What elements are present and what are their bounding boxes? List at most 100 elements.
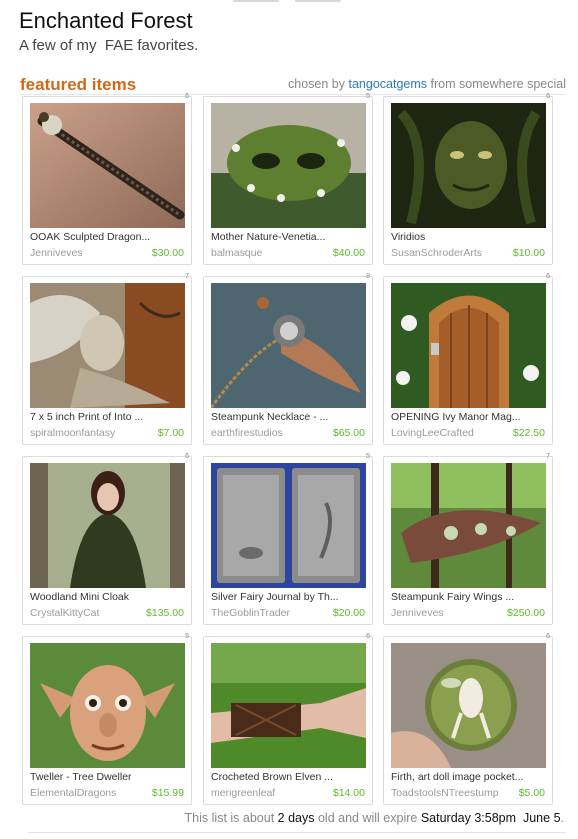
item-seller-link[interactable]: SusanSchroderArts bbox=[391, 247, 506, 259]
item-seller-link[interactable]: earthfirestudios bbox=[211, 427, 326, 439]
elf-sculpture-image bbox=[30, 643, 185, 768]
item-thumbnail[interactable] bbox=[30, 103, 185, 228]
item-rank: 5 bbox=[366, 93, 370, 100]
item-seller-link[interactable]: spiralmoonfantasy bbox=[30, 427, 145, 439]
item-thumbnail[interactable] bbox=[30, 283, 185, 408]
item-rank: 5 bbox=[366, 453, 370, 460]
top-tabs bbox=[233, 0, 343, 3]
item-card[interactable]: 7 7 x 5 inch Print of Into ... spiralmoo… bbox=[22, 273, 192, 445]
item-rank: 6 bbox=[185, 453, 189, 460]
expiry-middle: old and will expire bbox=[317, 811, 418, 825]
top-tab-2[interactable] bbox=[295, 0, 341, 2]
item-title-link[interactable]: Viridios bbox=[391, 231, 549, 243]
item-rank: 6 bbox=[185, 93, 189, 100]
item-thumbnail[interactable] bbox=[211, 643, 366, 768]
item-thumbnail[interactable] bbox=[211, 283, 366, 408]
item-thumbnail[interactable] bbox=[30, 643, 185, 768]
footer-divider bbox=[28, 832, 566, 833]
item-title-link[interactable]: OOAK Sculpted Dragon... bbox=[30, 231, 188, 243]
top-tab-1[interactable] bbox=[233, 0, 279, 2]
item-rank: 7 bbox=[546, 453, 550, 460]
item-price: $14.00 bbox=[332, 787, 365, 799]
item-card[interactable]: 6 OOAK Sculpted Dragon... Jenniveves $30… bbox=[22, 93, 192, 265]
item-thumbnail[interactable] bbox=[391, 103, 546, 228]
green-man-face-image bbox=[391, 103, 546, 228]
item-card[interactable]: 8 Steampunk Necklace - ... earthfirestud… bbox=[203, 273, 373, 445]
steampunk-wing-necklace-image bbox=[211, 283, 366, 408]
woman-in-cloak-image bbox=[30, 463, 185, 588]
item-price: $250.00 bbox=[507, 607, 545, 619]
item-card[interactable]: 7 Steampunk Fairy Wings ... Jenniveves $… bbox=[383, 453, 553, 625]
item-seller-link[interactable]: Jenniveves bbox=[30, 247, 145, 259]
item-price: $135.00 bbox=[146, 607, 184, 619]
item-price: $5.00 bbox=[518, 787, 545, 799]
fairy-door-image bbox=[391, 283, 546, 408]
item-thumbnail[interactable] bbox=[211, 463, 366, 588]
item-title-link[interactable]: Steampunk Necklace - ... bbox=[211, 411, 369, 423]
item-title-link[interactable]: Woodland Mini Cloak bbox=[30, 591, 188, 603]
item-seller-link[interactable]: merigreenleaf bbox=[211, 787, 326, 799]
item-thumbnail[interactable] bbox=[391, 463, 546, 588]
item-price: $65.00 bbox=[332, 427, 365, 439]
item-card[interactable]: 6 Firth, art doll image pocket... Toadst… bbox=[383, 633, 553, 805]
item-card[interactable]: 5 Tweller - Tree Dweller ElementalDragon… bbox=[22, 633, 192, 805]
item-title-link[interactable]: Firth, art doll image pocket... bbox=[391, 771, 549, 783]
expiry-date: June 5 bbox=[522, 811, 561, 825]
from-label: from bbox=[430, 77, 456, 91]
curator-link[interactable]: tangocatgems bbox=[349, 77, 428, 91]
curator-location: somewhere special bbox=[459, 77, 566, 91]
item-card[interactable]: 6 Viridios SusanSchroderArts $10.00 bbox=[383, 93, 553, 265]
item-title-link[interactable]: Silver Fairy Journal by Th... bbox=[211, 591, 369, 603]
crocheted-armband-image bbox=[211, 643, 366, 768]
item-seller-link[interactable]: CrystalKittyCat bbox=[30, 607, 145, 619]
item-rank: 7 bbox=[185, 273, 189, 280]
featured-items-heading: featured items bbox=[20, 75, 137, 94]
item-thumbnail[interactable] bbox=[30, 463, 185, 588]
item-title-link[interactable]: 7 x 5 inch Print of Into ... bbox=[30, 411, 188, 423]
item-thumbnail[interactable] bbox=[391, 643, 546, 768]
item-seller-link[interactable]: Jenniveves bbox=[391, 607, 506, 619]
item-title-link[interactable]: Steampunk Fairy Wings ... bbox=[391, 591, 549, 603]
item-title-link[interactable]: OPENING Ivy Manor Mag... bbox=[391, 411, 549, 423]
list-age: 2 days bbox=[277, 811, 315, 825]
item-title-link[interactable]: Crocheted Brown Elven ... bbox=[211, 771, 369, 783]
item-seller-link[interactable]: TheGoblinTrader bbox=[211, 607, 326, 619]
treasury-subtitle: A few of my FAE favorites. bbox=[19, 37, 199, 54]
item-title-link[interactable]: Tweller - Tree Dweller bbox=[30, 771, 188, 783]
chosen-by-line: chosen by tangocatgems from somewhere sp… bbox=[288, 77, 566, 91]
item-seller-link[interactable]: ElementalDragons bbox=[30, 787, 145, 799]
item-seller-link[interactable]: balmasque bbox=[211, 247, 326, 259]
item-rank: 6 bbox=[366, 633, 370, 640]
silver-fairy-journal-image bbox=[211, 463, 366, 588]
item-price: $30.00 bbox=[151, 247, 184, 259]
item-seller-link[interactable]: LovingLeeCrafted bbox=[391, 427, 506, 439]
glass-marble-fairy-image bbox=[391, 643, 546, 768]
item-card[interactable]: 6 Crocheted Brown Elven ... merigreenlea… bbox=[203, 633, 373, 805]
item-thumbnail[interactable] bbox=[211, 103, 366, 228]
item-card[interactable]: 5 Silver Fairy Journal by Th... TheGobli… bbox=[203, 453, 373, 625]
item-title-link[interactable]: Mother Nature-Venetia... bbox=[211, 231, 369, 243]
expiry-time: Saturday 3:58pm bbox=[420, 811, 517, 825]
item-price: $20.00 bbox=[332, 607, 365, 619]
steampunk-fairy-wings-image bbox=[391, 463, 546, 588]
expiry-prefix: This list is about bbox=[184, 811, 275, 825]
item-rank: 6 bbox=[546, 273, 550, 280]
item-card[interactable]: 6 OPENING Ivy Manor Mag... LovingLeeCraf… bbox=[383, 273, 553, 445]
item-card[interactable]: 6 Woodland Mini Cloak CrystalKittyCat $1… bbox=[22, 453, 192, 625]
item-price: $40.00 bbox=[332, 247, 365, 259]
item-card[interactable]: 5 Mother Nature-Venetia... balmasque $40… bbox=[203, 93, 373, 265]
green-leaf-mask-image bbox=[211, 103, 366, 228]
item-rank: 8 bbox=[366, 273, 370, 280]
expiry-suffix: . bbox=[560, 811, 564, 825]
chosen-by-label: chosen by bbox=[288, 77, 346, 91]
item-rank: 5 bbox=[185, 633, 189, 640]
sculpted-dragon-wand-image bbox=[30, 103, 185, 228]
item-price: $10.00 bbox=[512, 247, 545, 259]
item-rank: 6 bbox=[546, 93, 550, 100]
expiry-notice: This list is about 2 days old and will e… bbox=[185, 811, 564, 825]
item-price: $7.00 bbox=[157, 427, 184, 439]
item-rank: 6 bbox=[546, 633, 550, 640]
item-price: $22.50 bbox=[512, 427, 545, 439]
item-thumbnail[interactable] bbox=[391, 283, 546, 408]
item-seller-link[interactable]: ToadstoolsNTreestump bbox=[391, 787, 506, 799]
